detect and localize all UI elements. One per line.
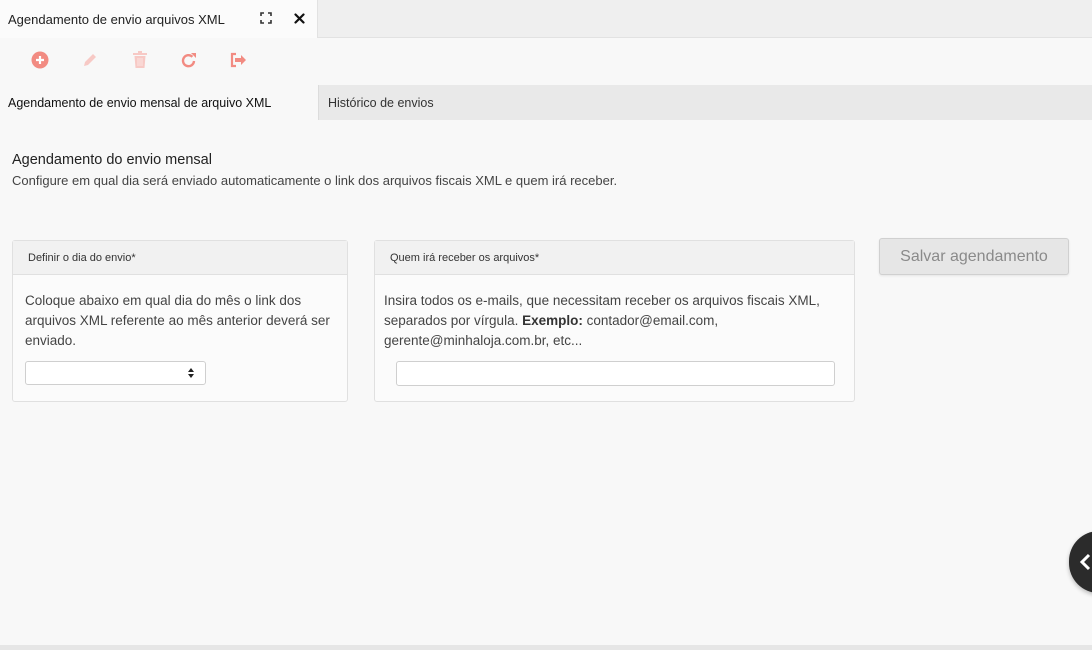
send-day-panel: Definir o dia do envio* Coloque abaixo e… bbox=[12, 240, 348, 402]
close-icon[interactable] bbox=[289, 8, 309, 28]
trash-icon[interactable] bbox=[129, 49, 151, 71]
window-tab-title: Agendamento de envio arquivos XML bbox=[8, 11, 225, 27]
section-title: Agendamento do envio mensal bbox=[12, 152, 212, 168]
side-panel-toggle[interactable] bbox=[1069, 531, 1092, 593]
recipients-panel-header: Quem irá receber os arquivos* bbox=[375, 241, 854, 275]
tab-historico-envios[interactable]: Histórico de envios bbox=[328, 85, 434, 120]
save-schedule-button[interactable]: Salvar agendamento bbox=[879, 238, 1069, 275]
window-tab[interactable]: Agendamento de envio arquivos XML bbox=[0, 0, 318, 38]
toolbar bbox=[0, 40, 1092, 80]
window-tab-strip: Agendamento de envio arquivos XML bbox=[0, 0, 1092, 38]
subtab-bar: Agendamento de envio mensal de arquivo X… bbox=[0, 85, 1092, 120]
plus-circle-icon[interactable] bbox=[29, 49, 51, 71]
recipients-panel: Quem irá receber os arquivos* Insira tod… bbox=[374, 240, 855, 402]
select-arrows-icon bbox=[188, 368, 194, 378]
recipients-panel-text: Insira todos os e-mails, que necessitam … bbox=[375, 275, 854, 351]
sign-out-icon[interactable] bbox=[227, 49, 249, 71]
refresh-icon[interactable] bbox=[178, 49, 200, 71]
send-day-select[interactable] bbox=[25, 361, 206, 385]
tab-agendamento-mensal[interactable]: Agendamento de envio mensal de arquivo X… bbox=[0, 85, 319, 120]
send-day-panel-header: Definir o dia do envio* bbox=[13, 241, 347, 275]
chevron-left-icon bbox=[1079, 553, 1091, 571]
pencil-icon[interactable] bbox=[79, 49, 101, 71]
example-label: Exemplo: bbox=[522, 313, 583, 328]
recipients-email-input[interactable] bbox=[396, 361, 835, 386]
expand-icon[interactable] bbox=[256, 8, 276, 28]
bottom-divider bbox=[0, 645, 1092, 650]
send-day-panel-text: Coloque abaixo em qual dia do mês o link… bbox=[25, 293, 330, 348]
section-description: Configure em qual dia será enviado autom… bbox=[12, 173, 618, 188]
